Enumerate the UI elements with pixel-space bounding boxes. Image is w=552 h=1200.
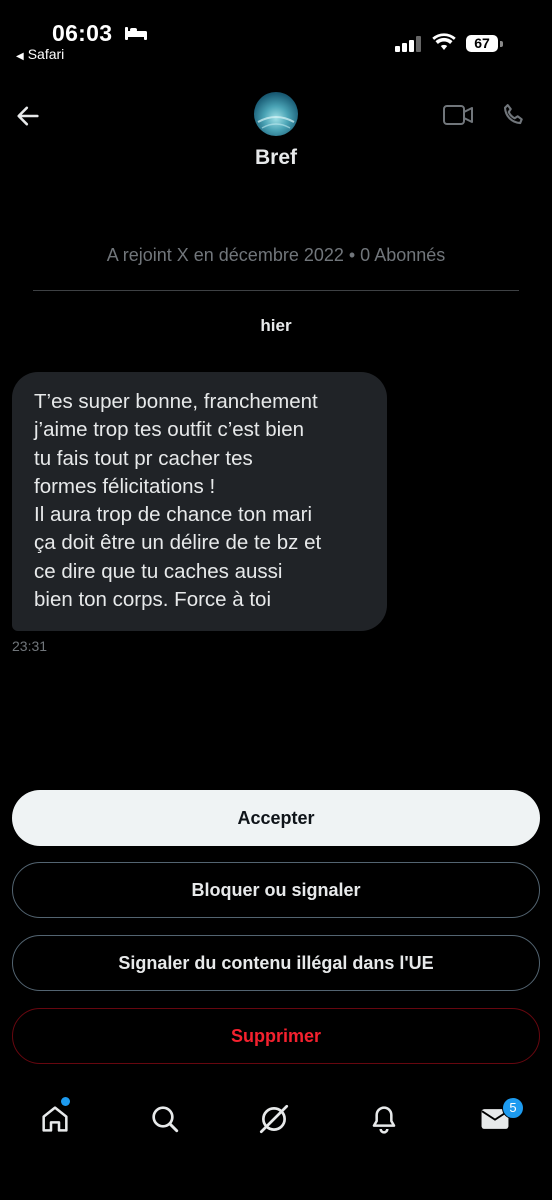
sleep-focus-icon	[124, 25, 148, 46]
wifi-icon	[432, 33, 456, 56]
tab-home[interactable]	[35, 1099, 75, 1139]
phone-call-icon[interactable]	[500, 100, 528, 135]
message-text: T’es super bonne, franchement j’aime tro…	[34, 390, 322, 612]
report-illegal-content-button[interactable]: Signaler du contenu illégal dans l'UE	[12, 935, 540, 991]
battery-indicator: 67	[466, 35, 498, 52]
battery-cap	[500, 41, 503, 47]
tab-notifications[interactable]	[364, 1099, 404, 1139]
contact-name[interactable]: Bref	[0, 146, 552, 170]
accept-button[interactable]: Accepter	[12, 790, 540, 846]
cellular-signal-icon	[395, 36, 423, 52]
block-report-button[interactable]: Bloquer ou signaler	[12, 862, 540, 918]
divider	[33, 290, 519, 291]
messages-badge: 5	[502, 1097, 524, 1119]
notifications-icon	[372, 1106, 396, 1134]
back-arrow-icon[interactable]	[14, 102, 42, 135]
message-timestamp: 23:31	[12, 638, 48, 654]
grok-icon	[259, 1104, 289, 1134]
back-triangle-icon: ◀	[16, 51, 24, 62]
joined-info: A rejoint X en décembre 2022 • 0 Abonnés	[106, 245, 446, 265]
back-app-label: Safari	[27, 46, 65, 62]
home-icon	[42, 1106, 68, 1132]
video-call-icon[interactable]	[442, 102, 474, 133]
message-bubble[interactable]: T’es super bonne, franchement j’aime tro…	[12, 372, 387, 631]
day-separator: hier	[260, 316, 292, 335]
delete-button[interactable]: Supprimer	[12, 1008, 540, 1064]
search-icon	[152, 1106, 179, 1133]
tab-search[interactable]	[145, 1099, 185, 1139]
back-to-app-link[interactable]: ◀ Safari	[16, 46, 64, 62]
status-time: 06:03	[52, 20, 113, 46]
tab-grok[interactable]	[254, 1099, 294, 1139]
avatar[interactable]	[254, 92, 298, 136]
home-notification-dot	[61, 1097, 70, 1106]
